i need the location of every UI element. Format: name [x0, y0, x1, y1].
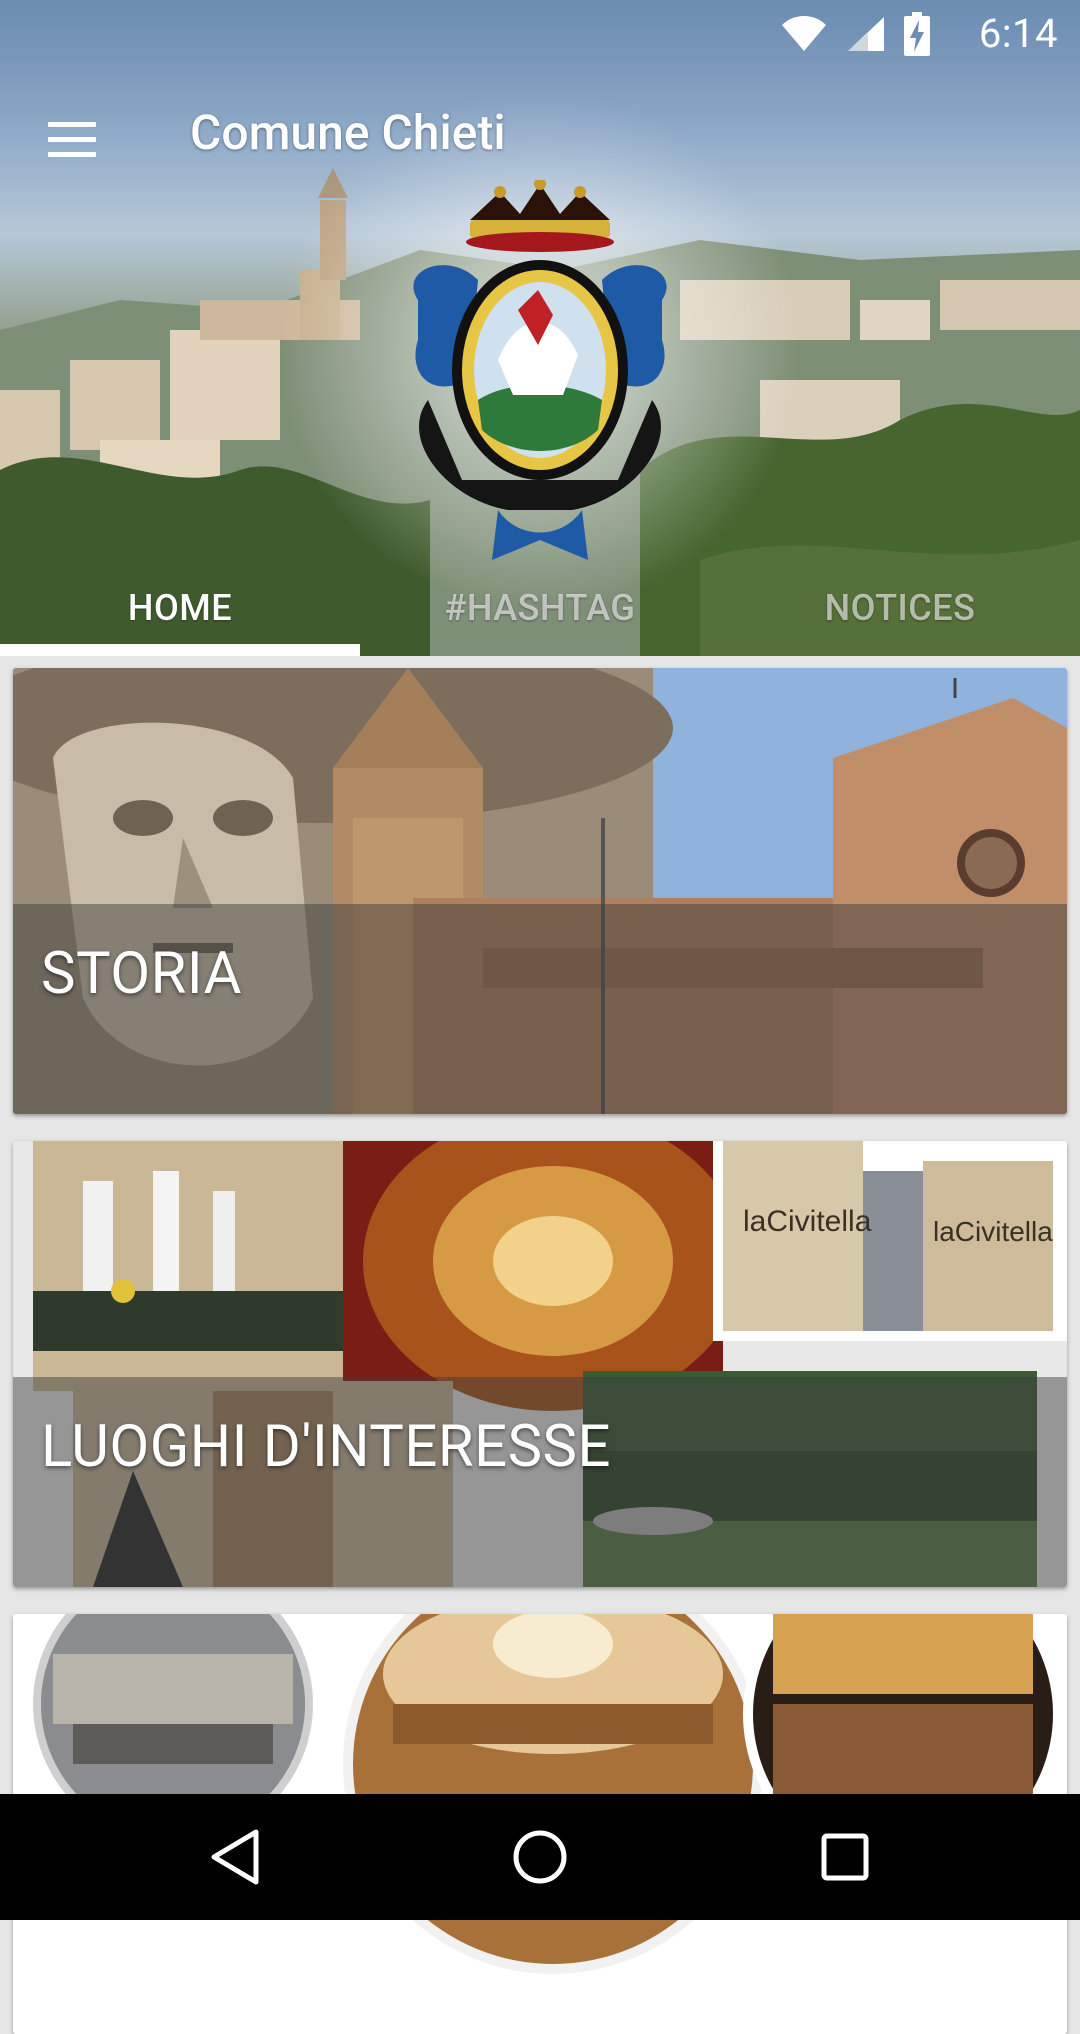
- status-time: 6:14: [978, 10, 1058, 57]
- app-title: Comune Chieti: [190, 104, 506, 161]
- city-crest-logo: [413, 180, 667, 560]
- system-nav-bar: [0, 1794, 1080, 1920]
- status-bar: 6:14: [0, 0, 1080, 64]
- home-circle-icon[interactable]: [485, 1812, 595, 1902]
- tab-hashtag[interactable]: #HASHTAG: [360, 560, 720, 656]
- card-caption-overlay: [13, 1377, 1067, 1587]
- wifi-icon: [782, 16, 826, 51]
- active-tab-indicator: [0, 644, 360, 656]
- svg-text:laCivitella: laCivitella: [743, 1205, 872, 1238]
- card-title: STORIA: [41, 940, 243, 1008]
- battery-charging-icon: [904, 12, 930, 56]
- tab-bar: HOME #HASHTAG NOTICES: [0, 560, 1080, 656]
- card-luoghi-interesse[interactable]: laCivitella laCivitella LUOGHI D'INTERES…: [13, 1141, 1067, 1587]
- hamburger-menu-icon[interactable]: [34, 112, 104, 168]
- card-caption-overlay: [13, 904, 1067, 1114]
- svg-text:laCivitella: laCivitella: [933, 1216, 1053, 1247]
- back-triangle-icon[interactable]: [180, 1812, 290, 1902]
- recents-square-icon[interactable]: [790, 1812, 900, 1902]
- card-title: LUOGHI D'INTERESSE: [41, 1413, 611, 1481]
- tab-notices[interactable]: NOTICES: [720, 560, 1080, 656]
- card-storia[interactable]: STORIA: [13, 668, 1067, 1114]
- header-hero: 6:14 Comune Chieti HOME #HASHTAG NOTICES: [0, 0, 1080, 656]
- crown-icon: [466, 180, 614, 252]
- cell-signal-icon: [848, 17, 884, 51]
- tab-home[interactable]: HOME: [0, 560, 360, 656]
